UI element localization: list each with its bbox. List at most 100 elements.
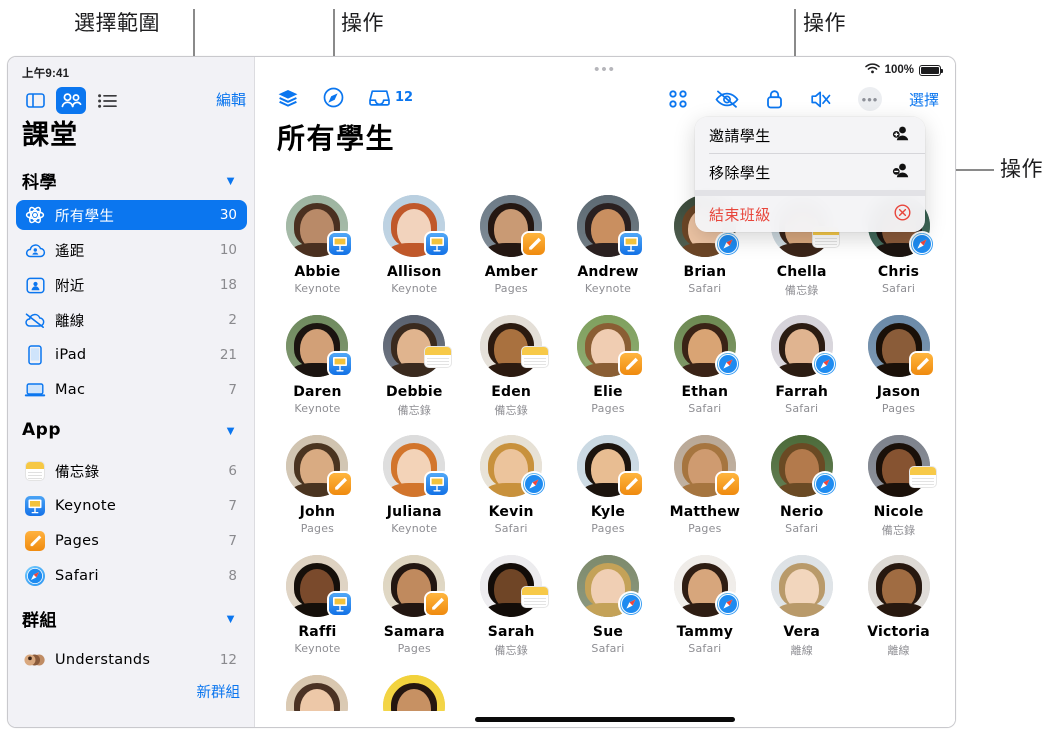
cloud-person-icon bbox=[24, 239, 46, 261]
safari-app-badge-icon bbox=[619, 593, 642, 615]
avatar-wrapper bbox=[383, 195, 449, 257]
student-name: Victoria bbox=[867, 624, 930, 640]
student-tile[interactable]: Victoria 離線 bbox=[850, 547, 947, 667]
section-title: App bbox=[22, 420, 61, 440]
select-button[interactable]: 選擇 bbox=[909, 89, 939, 110]
student-tile[interactable]: Kevin Safari bbox=[463, 427, 560, 547]
sidebar-item-remote[interactable]: 遙距 10 bbox=[16, 235, 247, 265]
sidebar-toggle-icon[interactable] bbox=[20, 87, 50, 114]
student-tile[interactable]: Vera 離線 bbox=[753, 547, 850, 667]
annotation-action-right: 操作 bbox=[1000, 157, 1043, 181]
student-status: Keynote bbox=[294, 642, 341, 655]
avatar-wrapper bbox=[673, 435, 739, 497]
student-tile[interactable]: Debbie 備忘錄 bbox=[366, 307, 463, 427]
mute-icon[interactable] bbox=[810, 90, 831, 109]
student-tile[interactable]: Farrah Safari bbox=[753, 307, 850, 427]
student-status: 備忘錄 bbox=[494, 404, 528, 417]
ipad-icon bbox=[24, 344, 46, 366]
lock-icon[interactable] bbox=[766, 89, 783, 109]
student-name: Nicole bbox=[873, 504, 924, 520]
sidebar-section-header-groups[interactable]: 群組 ▼ bbox=[22, 605, 241, 631]
student-status: 離線 bbox=[887, 644, 910, 657]
student-tile[interactable]: Elie Pages bbox=[560, 307, 657, 427]
student-tile[interactable]: Jason Pages bbox=[850, 307, 947, 427]
student-status: Keynote bbox=[584, 282, 632, 295]
student-tile[interactable]: Eden 備忘錄 bbox=[463, 307, 560, 427]
group-avatars-icon bbox=[24, 649, 46, 671]
sidebar-item-notes[interactable]: 備忘錄 6 bbox=[16, 456, 247, 486]
home-indicator[interactable] bbox=[475, 717, 735, 722]
menu-item-end-class[interactable]: 結束班級 bbox=[695, 196, 925, 232]
sidebar-item-safari[interactable]: Safari 8 bbox=[16, 561, 247, 591]
edit-button[interactable]: 編輯 bbox=[216, 89, 246, 110]
avatar-wrapper bbox=[480, 555, 549, 617]
navigate-icon[interactable] bbox=[323, 87, 344, 108]
layers-icon[interactable] bbox=[277, 89, 299, 107]
student-tile[interactable]: Andrew Keynote bbox=[560, 187, 657, 307]
student-tile[interactable]: Sue Safari bbox=[560, 547, 657, 667]
student-tile[interactable]: Abbie Keynote bbox=[269, 187, 366, 307]
sidebar-item-label: 離線 bbox=[55, 313, 85, 330]
wifi-icon bbox=[864, 63, 880, 77]
student-status: 備忘錄 bbox=[494, 644, 528, 657]
status-time: 上午9:41 bbox=[22, 68, 70, 80]
student-tile[interactable]: Matthew Pages bbox=[656, 427, 753, 547]
sidebar-item-nearby[interactable]: 附近 18 bbox=[16, 270, 247, 300]
list-icon[interactable] bbox=[92, 87, 122, 114]
student-tile[interactable]: Ethan Safari bbox=[656, 307, 753, 427]
avatar-wrapper bbox=[286, 555, 352, 617]
safari-app-badge-icon bbox=[716, 593, 739, 615]
sidebar-item-mac[interactable]: Mac 7 bbox=[16, 375, 247, 405]
keynote-app-badge-icon bbox=[426, 473, 449, 495]
laptop-icon bbox=[24, 379, 46, 401]
people-icon[interactable] bbox=[56, 87, 86, 114]
student-tile[interactable]: John Pages bbox=[269, 427, 366, 547]
inbox-icon[interactable]: 12 bbox=[368, 89, 413, 107]
sidebar-section-header-app[interactable]: App ▼ bbox=[22, 417, 241, 443]
section-title: 群組 bbox=[22, 610, 57, 631]
hide-screen-icon[interactable] bbox=[715, 90, 739, 108]
menu-item-remove-students[interactable]: 移除學生 bbox=[695, 154, 925, 190]
student-tile[interactable]: Tammy Safari bbox=[656, 547, 753, 667]
sidebar-item-pages[interactable]: Pages 7 bbox=[16, 526, 247, 556]
sidebar-item-count: 8 bbox=[228, 568, 237, 584]
student-tile[interactable]: Amber Pages bbox=[463, 187, 560, 307]
notes-app-badge-icon bbox=[522, 347, 549, 367]
grid-apps-icon[interactable] bbox=[668, 89, 688, 109]
student-status: 備忘錄 bbox=[881, 524, 916, 537]
student-tile[interactable]: Nerio Safari bbox=[753, 427, 850, 547]
sidebar-section-header-science[interactable]: 科學 ▼ bbox=[22, 167, 241, 193]
student-status: Keynote bbox=[391, 282, 438, 295]
student-tile[interactable]: Raffi Keynote bbox=[269, 547, 366, 667]
safari-app-icon bbox=[24, 565, 46, 587]
atom-icon bbox=[24, 204, 46, 226]
student-tile[interactable]: Samara Pages bbox=[366, 547, 463, 667]
sidebar-item-offline[interactable]: 離線 2 bbox=[16, 305, 247, 335]
student-tile[interactable]: Allison Keynote bbox=[366, 187, 463, 307]
student-tile[interactable]: Nicole 備忘錄 bbox=[850, 427, 947, 547]
more-icon[interactable]: ••• bbox=[857, 87, 882, 111]
avatar-wrapper bbox=[770, 555, 833, 617]
menu-item-label: 結束班級 bbox=[709, 205, 771, 224]
sidebar-item-all-students[interactable]: 所有學生 30 bbox=[16, 200, 247, 230]
new-group-button[interactable]: 新群組 bbox=[197, 681, 241, 702]
student-tile[interactable]: Daren Keynote bbox=[269, 307, 366, 427]
student-status: 備忘錄 bbox=[784, 284, 819, 297]
avatar-wrapper bbox=[867, 435, 936, 497]
student-name: John bbox=[299, 504, 336, 520]
safari-app-badge-icon bbox=[716, 353, 739, 375]
student-tile[interactable]: Juliana Keynote bbox=[366, 427, 463, 547]
menu-item-invite-students[interactable]: 邀請學生 bbox=[695, 117, 925, 153]
avatar-wrapper bbox=[286, 315, 352, 377]
sidebar-item-keynote[interactable]: Keynote 7 bbox=[16, 491, 247, 521]
sidebar-item-label: iPad bbox=[55, 347, 87, 363]
sidebar-item-ipad[interactable]: iPad 21 bbox=[16, 340, 247, 370]
student-name: Debbie bbox=[385, 384, 443, 400]
sidebar-item-understands[interactable]: Understands 12 bbox=[16, 645, 247, 675]
window-grabber-handle[interactable]: ••• bbox=[594, 62, 616, 77]
keynote-app-badge-icon bbox=[426, 233, 449, 255]
student-tile[interactable]: Sarah 備忘錄 bbox=[463, 547, 560, 667]
student-status: Safari bbox=[882, 282, 916, 295]
student-tile[interactable]: Kyle Pages bbox=[560, 427, 657, 547]
student-status: Pages bbox=[881, 402, 916, 415]
